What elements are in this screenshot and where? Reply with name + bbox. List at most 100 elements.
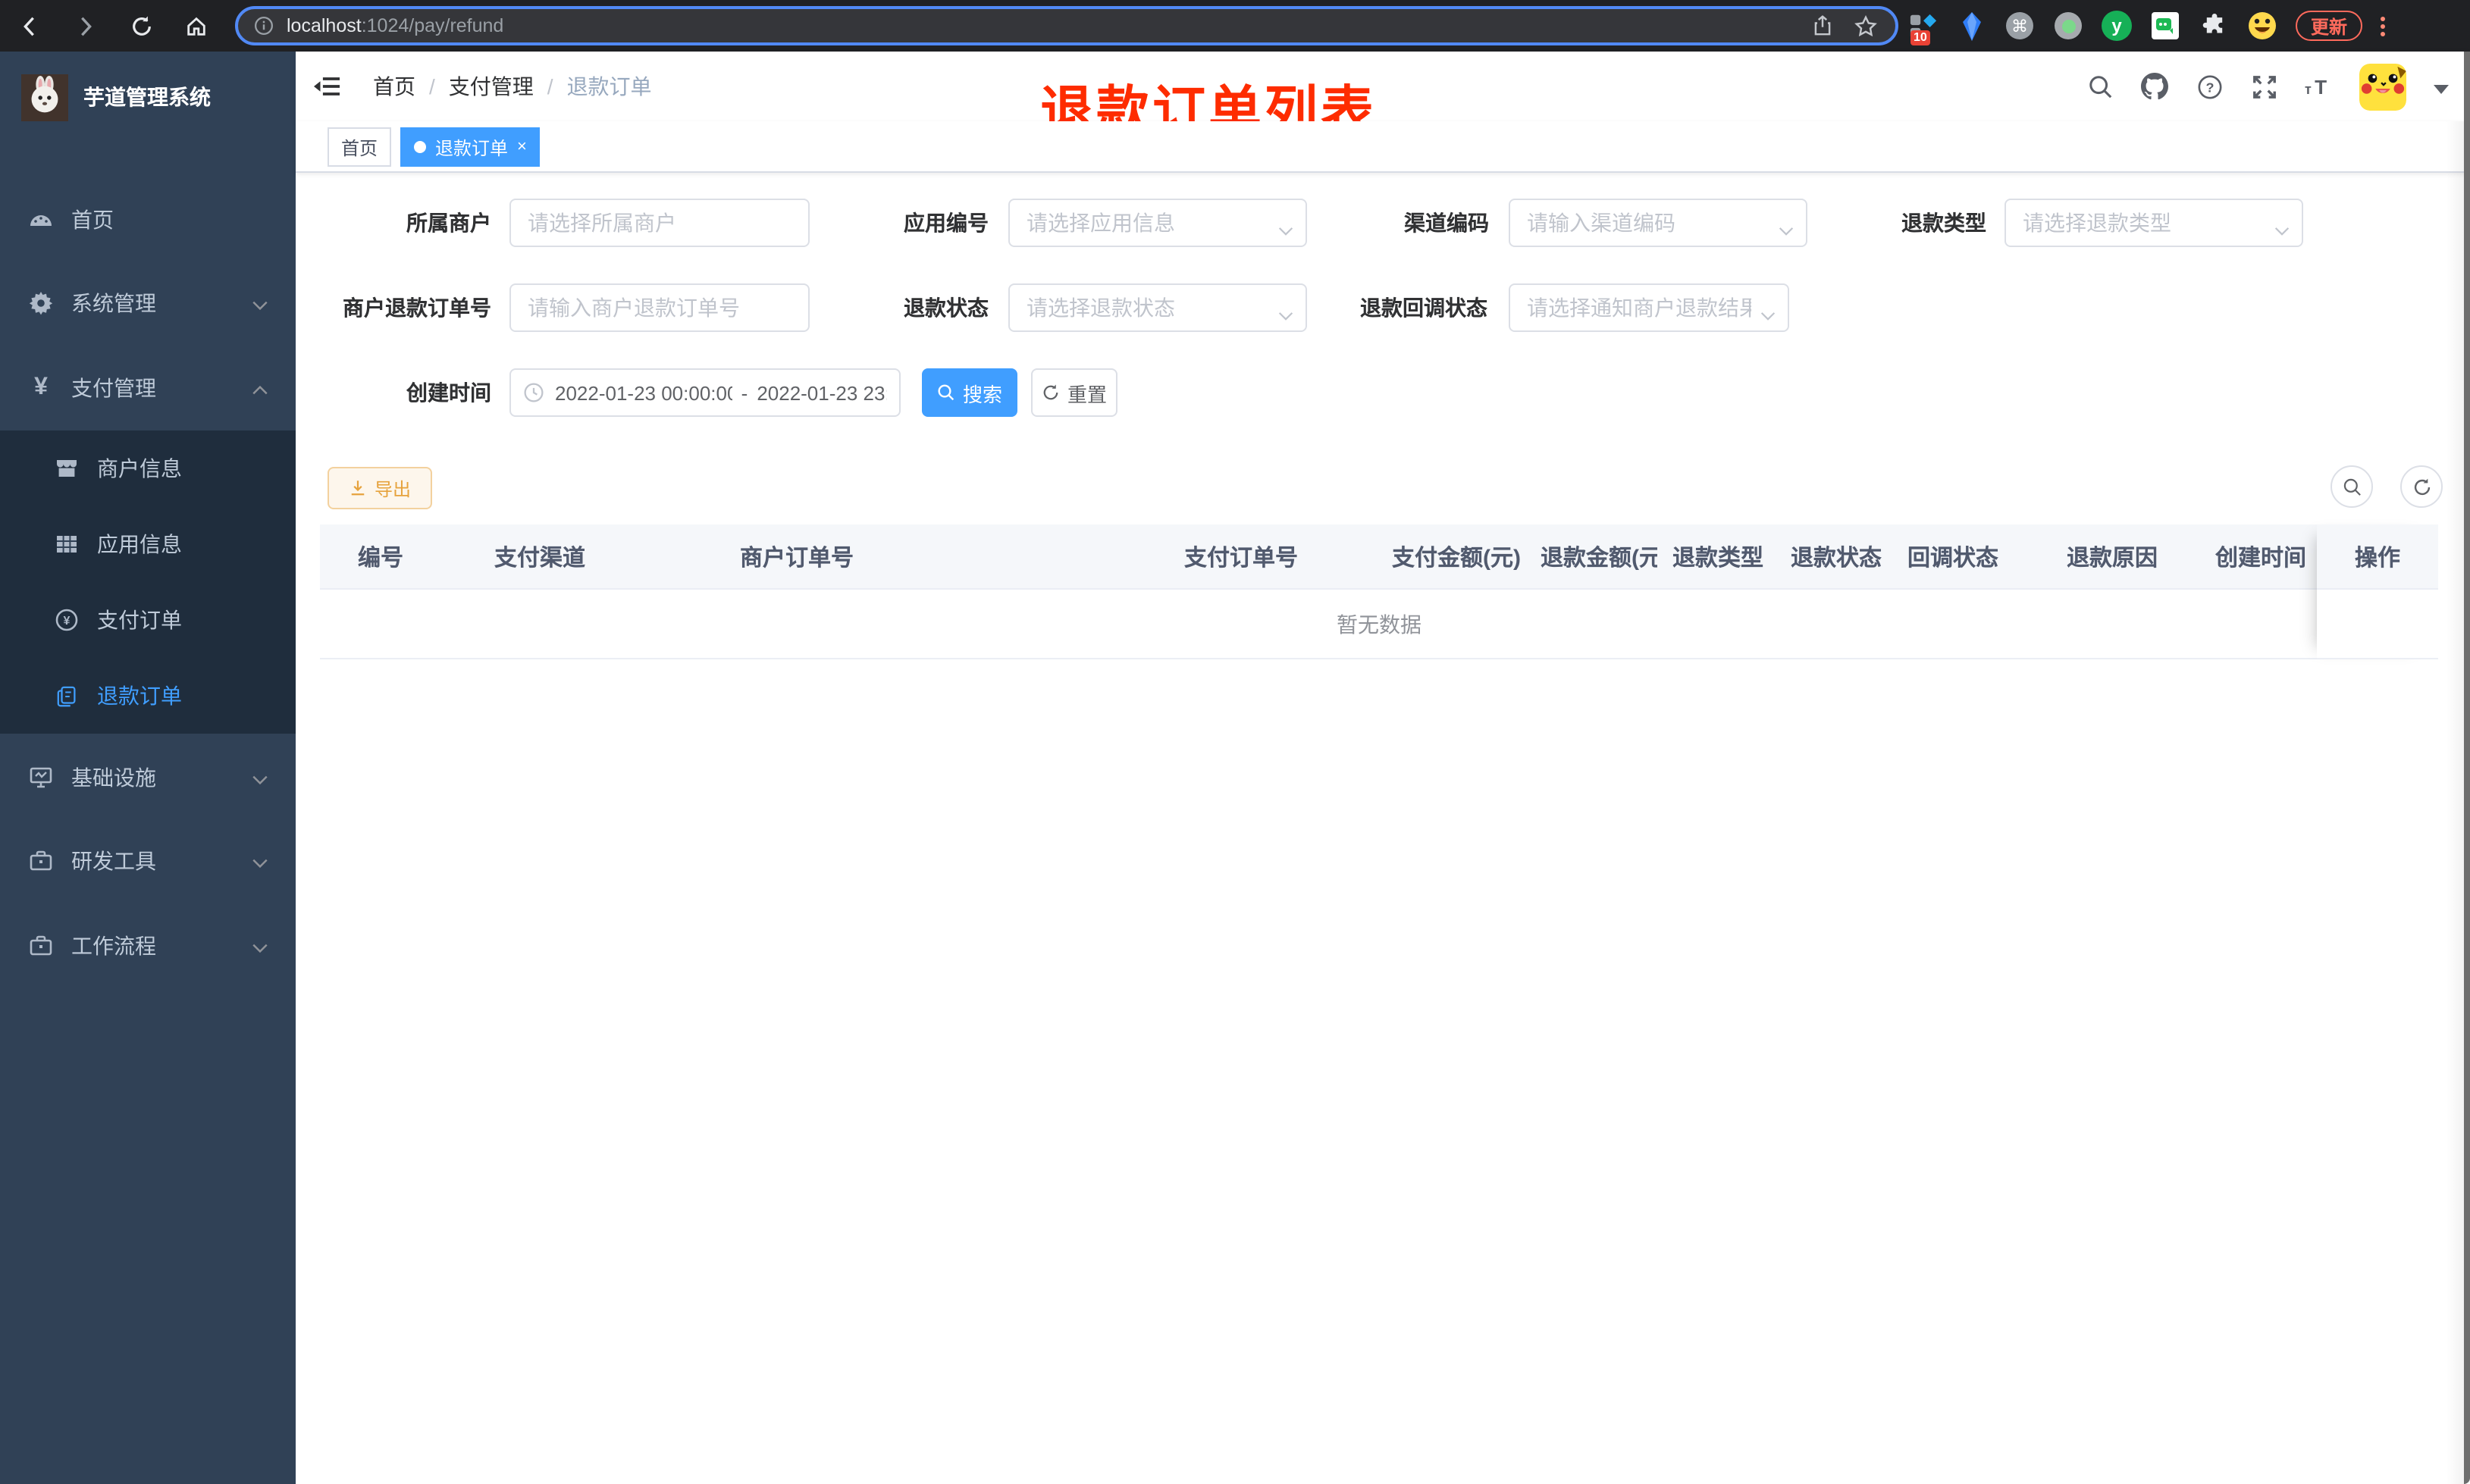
- navbar: 首页 / 支付管理 / 退款订单 退款订单列表 ? тT: [296, 52, 2470, 141]
- tag-close-icon[interactable]: ×: [517, 138, 527, 156]
- extension-command-icon[interactable]: ⌘: [2005, 11, 2035, 41]
- date-end-value: 2022-01-23 23:59:59: [757, 381, 887, 404]
- extension-grid-icon[interactable]: 10: [1907, 11, 1938, 45]
- app-no-select[interactable]: 请选择应用信息: [1008, 199, 1307, 247]
- select-arrow-icon: [1278, 302, 1293, 329]
- show-search-toggle-button[interactable]: [2331, 465, 2373, 508]
- browser-menu-icon[interactable]: [2381, 16, 2386, 36]
- gear-icon: [29, 291, 53, 315]
- sidebar-item-label: 支付订单: [97, 608, 182, 632]
- tags-view: 首页 退款订单 ×: [296, 121, 2470, 173]
- export-button[interactable]: 导出: [328, 467, 432, 509]
- site-info-icon[interactable]: [253, 15, 274, 36]
- sidebar-item-devtools[interactable]: 研发工具: [0, 819, 296, 903]
- sidebar-item-label: 商户信息: [97, 456, 182, 481]
- tag-home[interactable]: 首页: [328, 127, 392, 167]
- extension-record-icon[interactable]: [2053, 11, 2083, 41]
- chevron-down-icon: [252, 849, 268, 873]
- help-icon[interactable]: ?: [2196, 73, 2223, 100]
- breadcrumb-section[interactable]: 支付管理: [449, 71, 534, 102]
- empty-text: 暂无数据: [1337, 612, 1422, 636]
- create-time-range-picker[interactable]: 2022-01-23 00:00:00 - 2022-01-23 23:59:5…: [509, 368, 901, 417]
- fullscreen-icon[interactable]: [2250, 73, 2277, 100]
- channel-code-select[interactable]: 请输入渠道编码: [1509, 199, 1807, 247]
- breadcrumb-home[interactable]: 首页: [373, 71, 415, 102]
- extension-chat-icon[interactable]: [2150, 11, 2180, 41]
- browser-forward-icon[interactable]: [70, 11, 100, 41]
- col-header-merchant-order-no: 商户订单号: [740, 545, 854, 571]
- svg-text:¥: ¥: [64, 615, 71, 628]
- date-start-value: 2022-01-23 00:00:00: [555, 381, 732, 404]
- sidebar-item-app-info[interactable]: 应用信息: [0, 506, 296, 582]
- github-icon[interactable]: [2141, 73, 2168, 100]
- sidebar-item-workflow[interactable]: 工作流程: [0, 903, 296, 988]
- notify-status-select[interactable]: 请选择通知商户退款结果的: [1509, 283, 1789, 332]
- search-button[interactable]: 搜索: [922, 368, 1017, 417]
- sidebar-item-label: 系统管理: [71, 291, 156, 315]
- col-header-refund-reason: 退款原因: [2067, 545, 2158, 571]
- search-icon: [2343, 477, 2360, 495]
- sidebar-item-label: 支付管理: [71, 376, 156, 400]
- merchant-input[interactable]: [509, 199, 810, 247]
- reset-button[interactable]: 重置: [1031, 368, 1117, 417]
- table-header-row: 编号 支付渠道 商户订单号 支付订单号 支付金额(元) 退款金额(元) 退款类型…: [320, 524, 2438, 590]
- refresh-table-button[interactable]: [2400, 465, 2443, 508]
- col-header-refund-type: 退款类型: [1672, 545, 1764, 571]
- extension-emoji-icon[interactable]: [2247, 11, 2277, 41]
- filter-label-refund-status: 退款状态: [904, 296, 989, 320]
- user-avatar[interactable]: [2359, 63, 2406, 110]
- address-bar[interactable]: localhost:1024/pay/refund: [235, 6, 1898, 45]
- filter-label-refund-type: 退款类型: [1901, 211, 1986, 235]
- sidebar-item-infra[interactable]: 基础设施: [0, 735, 296, 820]
- sidebar-item-label: 首页: [71, 208, 114, 232]
- refresh-icon: [1043, 384, 1058, 400]
- extension-gem-icon[interactable]: [1956, 11, 1986, 41]
- browser-update-button[interactable]: 更新: [2296, 11, 2363, 41]
- share-icon[interactable]: [1812, 15, 1833, 36]
- font-size-icon[interactable]: тT: [2305, 73, 2332, 100]
- briefcase-icon: [29, 934, 53, 958]
- pay-order-icon: ¥: [55, 608, 79, 632]
- url-text: localhost:1024/pay/refund: [287, 15, 504, 36]
- sidebar-item-system[interactable]: 系统管理: [0, 261, 296, 346]
- refund-type-select[interactable]: 请选择退款类型: [2005, 199, 2303, 247]
- sidebar-item-home[interactable]: 首页: [0, 177, 296, 262]
- chevron-down-icon: [252, 934, 268, 958]
- window-edge[interactable]: [2464, 52, 2470, 1484]
- sidebar-item-pay-order[interactable]: ¥ 支付订单: [0, 582, 296, 658]
- bookmark-star-icon[interactable]: [1854, 14, 1877, 37]
- avatar-caret-icon[interactable]: [2434, 85, 2449, 94]
- app-title: 芋道管理系统: [83, 85, 211, 109]
- browser-back-icon[interactable]: [14, 11, 44, 41]
- select-arrow-icon: [2274, 217, 2290, 244]
- breadcrumb: 首页 / 支付管理 / 退款订单: [373, 52, 652, 121]
- monitor-icon: [29, 765, 53, 790]
- filter-label-app-no: 应用编号: [904, 211, 989, 235]
- extension-y-icon[interactable]: y: [2102, 11, 2132, 41]
- refund-table: 编号 支付渠道 商户订单号 支付订单号 支付金额(元) 退款金额(元) 退款类型…: [320, 524, 2438, 659]
- chevron-down-icon: [252, 765, 268, 790]
- screen: localhost:1024/pay/refund 10 ⌘ y 更新 芋道管理…: [0, 0, 2470, 1484]
- breadcrumb-current: 退款订单: [566, 74, 652, 99]
- sidebar-item-pay[interactable]: ¥ 支付管理: [0, 346, 296, 430]
- browser-reload-icon[interactable]: [126, 11, 156, 41]
- sidebar-item-refund-order[interactable]: 退款订单: [0, 658, 296, 734]
- app-logo-row[interactable]: 芋道管理系统: [0, 52, 296, 130]
- col-header-refund-amount: 退款金额(元): [1541, 545, 1657, 571]
- sidebar-item-merchant-info[interactable]: 商户信息: [0, 430, 296, 506]
- extensions-row: 10 ⌘ y 更新: [1907, 5, 2386, 47]
- sidebar-submenu-pay: 商户信息 应用信息 ¥ 支付订单 退款订单: [0, 430, 296, 734]
- yen-icon: ¥: [34, 374, 48, 400]
- merchant-refund-no-input[interactable]: [509, 283, 810, 332]
- browser-home-icon[interactable]: [180, 11, 211, 41]
- tag-refund-order[interactable]: 退款订单 ×: [400, 127, 541, 167]
- fold-sidebar-icon[interactable]: [314, 74, 340, 99]
- refund-status-select[interactable]: 请选择退款状态: [1008, 283, 1307, 332]
- svg-text:T: T: [2315, 76, 2327, 99]
- fixed-action-column: 操作: [2317, 524, 2438, 659]
- filter-label-notify-status: 退款回调状态: [1360, 296, 1487, 320]
- extension-puzzle-icon[interactable]: [2199, 11, 2229, 41]
- header-search-icon[interactable]: [2086, 73, 2114, 100]
- date-separator: -: [741, 381, 748, 404]
- col-header-pay-order-no: 支付订单号: [1184, 545, 1299, 571]
